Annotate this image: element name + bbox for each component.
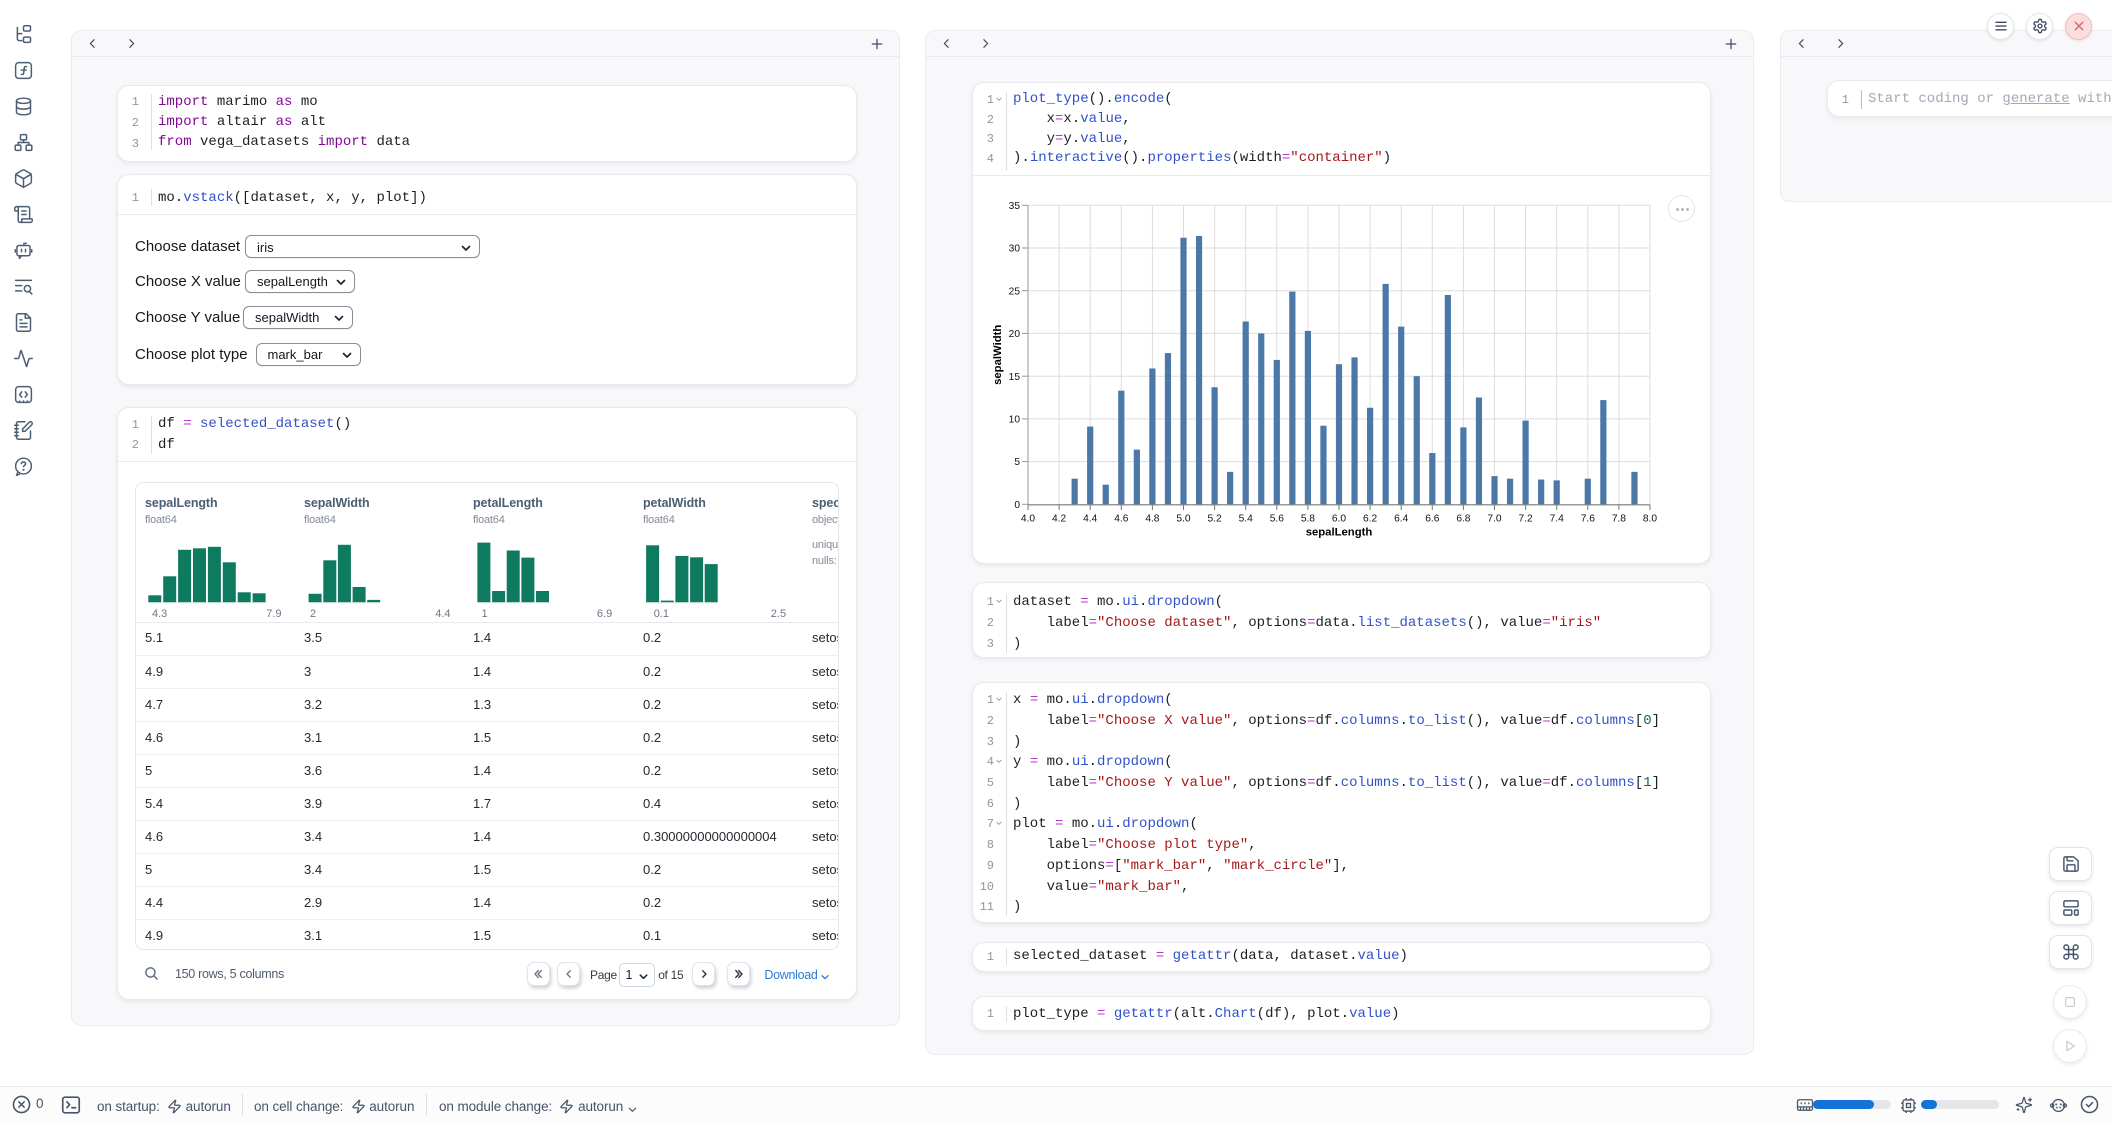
svg-text:5: 5 — [1014, 457, 1020, 468]
svg-text:0: 0 — [1014, 500, 1020, 511]
svg-text:4.0: 4.0 — [1021, 513, 1035, 524]
svg-text:8.0: 8.0 — [1643, 513, 1657, 524]
svg-text:5.0: 5.0 — [1176, 513, 1190, 524]
svg-text:20: 20 — [1009, 329, 1021, 340]
svg-text:sepalLength: sepalLength — [1306, 526, 1373, 538]
svg-text:5.4: 5.4 — [1239, 513, 1253, 524]
svg-text:5.6: 5.6 — [1270, 513, 1284, 524]
svg-text:6.6: 6.6 — [1425, 513, 1439, 524]
svg-text:7.2: 7.2 — [1519, 513, 1533, 524]
svg-text:15: 15 — [1009, 371, 1021, 382]
svg-text:7.6: 7.6 — [1581, 513, 1595, 524]
svg-text:7.4: 7.4 — [1550, 513, 1564, 524]
svg-text:4.2: 4.2 — [1052, 513, 1066, 524]
svg-text:6.4: 6.4 — [1394, 513, 1408, 524]
svg-text:35: 35 — [1009, 201, 1021, 212]
svg-text:30: 30 — [1009, 243, 1021, 254]
svg-text:25: 25 — [1009, 286, 1021, 297]
svg-text:7.8: 7.8 — [1612, 513, 1626, 524]
svg-text:4.6: 4.6 — [1114, 513, 1128, 524]
svg-text:5.8: 5.8 — [1301, 513, 1315, 524]
svg-text:6.8: 6.8 — [1456, 513, 1470, 524]
svg-text:7.0: 7.0 — [1487, 513, 1501, 524]
svg-text:6.0: 6.0 — [1332, 513, 1346, 524]
svg-text:sepalWidth: sepalWidth — [992, 324, 1004, 384]
svg-text:6.2: 6.2 — [1363, 513, 1377, 524]
svg-text:4.8: 4.8 — [1145, 513, 1159, 524]
svg-text:4.4: 4.4 — [1083, 513, 1097, 524]
svg-text:5.2: 5.2 — [1208, 513, 1222, 524]
svg-text:10: 10 — [1009, 414, 1021, 425]
